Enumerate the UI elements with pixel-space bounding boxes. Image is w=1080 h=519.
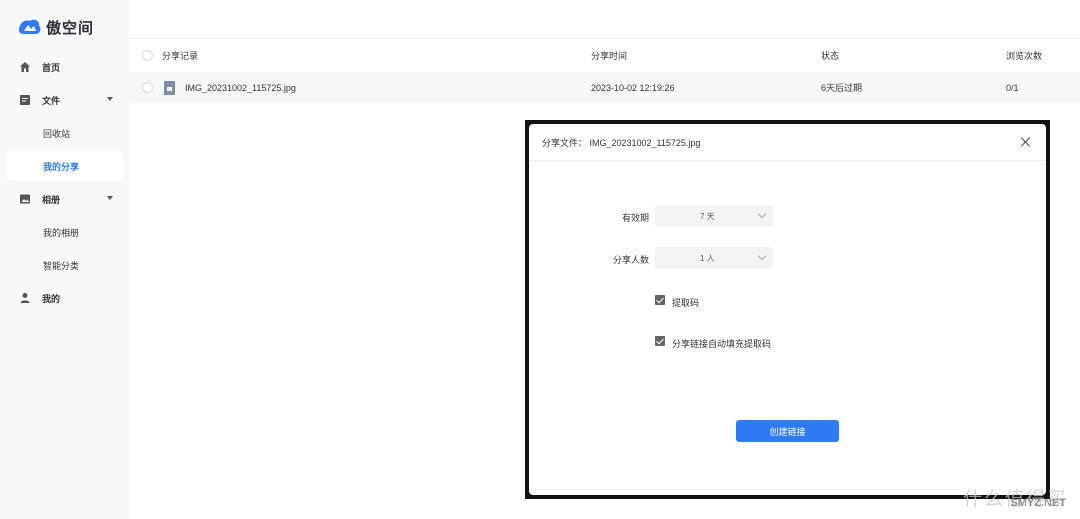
dialog-header: 分享文件： IMG_20231002_115725.jpg xyxy=(529,124,1046,161)
sidebar-item-label: 我的相册 xyxy=(43,227,80,238)
header-share-records: 分享记录 xyxy=(162,51,199,61)
sidebar-item-label: 我的分享 xyxy=(43,161,80,172)
sidebar-item-label: 我的 xyxy=(42,293,61,304)
chevron-down-icon xyxy=(107,97,113,101)
table-row[interactable]: IMG_20231002_115725.jpg 2023-10-02 12:19… xyxy=(129,72,1080,103)
sidebar-item-label: 智能分类 xyxy=(43,260,80,271)
sidebar-item-label: 相册 xyxy=(42,194,61,205)
sidebar-item-files[interactable]: 文件 xyxy=(6,85,123,115)
select-all-checkbox[interactable] xyxy=(142,50,153,61)
logo-icon xyxy=(19,19,41,34)
header-status: 状态 xyxy=(821,51,840,61)
home-icon xyxy=(18,61,31,74)
image-icon xyxy=(18,193,31,206)
people-select[interactable]: 1 人 xyxy=(655,247,773,269)
sidebar-item-label: 文件 xyxy=(42,95,61,106)
sidebar-nav: 首页 文件 回收站 我的分享 相册 我的相册 智能分类 我的 xyxy=(6,52,123,316)
chevron-down-icon xyxy=(757,251,767,261)
app-logo[interactable]: 傲空间 xyxy=(16,16,94,38)
sidebar-item-my-shares[interactable]: 我的分享 xyxy=(6,151,123,181)
sidebar-item-label: 回收站 xyxy=(43,128,71,139)
user-icon xyxy=(18,292,31,305)
sidebar-item-home[interactable]: 首页 xyxy=(6,52,123,82)
extract-code-checkbox[interactable] xyxy=(655,295,665,305)
watermark-sub: SMYZ.NET xyxy=(1010,497,1066,509)
validity-label: 有效期 xyxy=(621,213,649,223)
sidebar-item-my-albums[interactable]: 我的相册 xyxy=(6,217,123,247)
sidebar-item-me[interactable]: 我的 xyxy=(6,283,123,313)
chevron-down-icon xyxy=(757,209,767,219)
dialog-title: 分享文件： IMG_20231002_115725.jpg xyxy=(542,137,701,148)
close-icon[interactable] xyxy=(1020,136,1032,148)
sidebar-item-label: 首页 xyxy=(42,62,61,73)
sidebar: 傲空间 首页 文件 回收站 我的分享 相册 我的相册 智能分类 我的 xyxy=(0,0,129,519)
validity-select[interactable]: 7 天 xyxy=(655,205,773,227)
file-icon xyxy=(18,94,31,107)
sidebar-item-smart-classify[interactable]: 智能分类 xyxy=(6,250,123,280)
image-file-icon xyxy=(164,81,175,95)
share-dialog: 分享文件： IMG_20231002_115725.jpg 有效期 7 天 分享… xyxy=(529,124,1046,495)
header-share-time[interactable]: 分享时间 xyxy=(591,49,627,62)
top-bar xyxy=(129,0,1080,39)
share-time: 2023-10-02 12:19:26 xyxy=(591,82,675,93)
row-checkbox[interactable] xyxy=(142,82,153,93)
file-name[interactable]: IMG_20231002_115725.jpg xyxy=(185,83,296,93)
header-views: 浏览次数 xyxy=(1006,51,1043,61)
autofill-code-checkbox[interactable] xyxy=(655,336,665,346)
view-count: 0/1 xyxy=(1006,82,1019,93)
app-name: 傲空间 xyxy=(46,19,95,37)
autofill-code-label: 分享链接自动填充提取码 xyxy=(672,339,772,349)
chevron-down-icon xyxy=(107,196,113,200)
sidebar-item-albums[interactable]: 相册 xyxy=(6,184,123,214)
share-status: 6天后过期 xyxy=(821,83,863,93)
people-value: 1 人 xyxy=(700,253,715,263)
people-label: 分享人数 xyxy=(612,255,649,265)
table-header: 分享记录 分享时间 状态 浏览次数 xyxy=(129,40,1080,71)
create-link-button[interactable]: 创建链接 xyxy=(736,420,839,442)
validity-value: 7 天 xyxy=(700,211,715,221)
extract-code-label: 提取码 xyxy=(672,298,700,308)
sidebar-item-recycle-bin[interactable]: 回收站 xyxy=(6,118,123,148)
